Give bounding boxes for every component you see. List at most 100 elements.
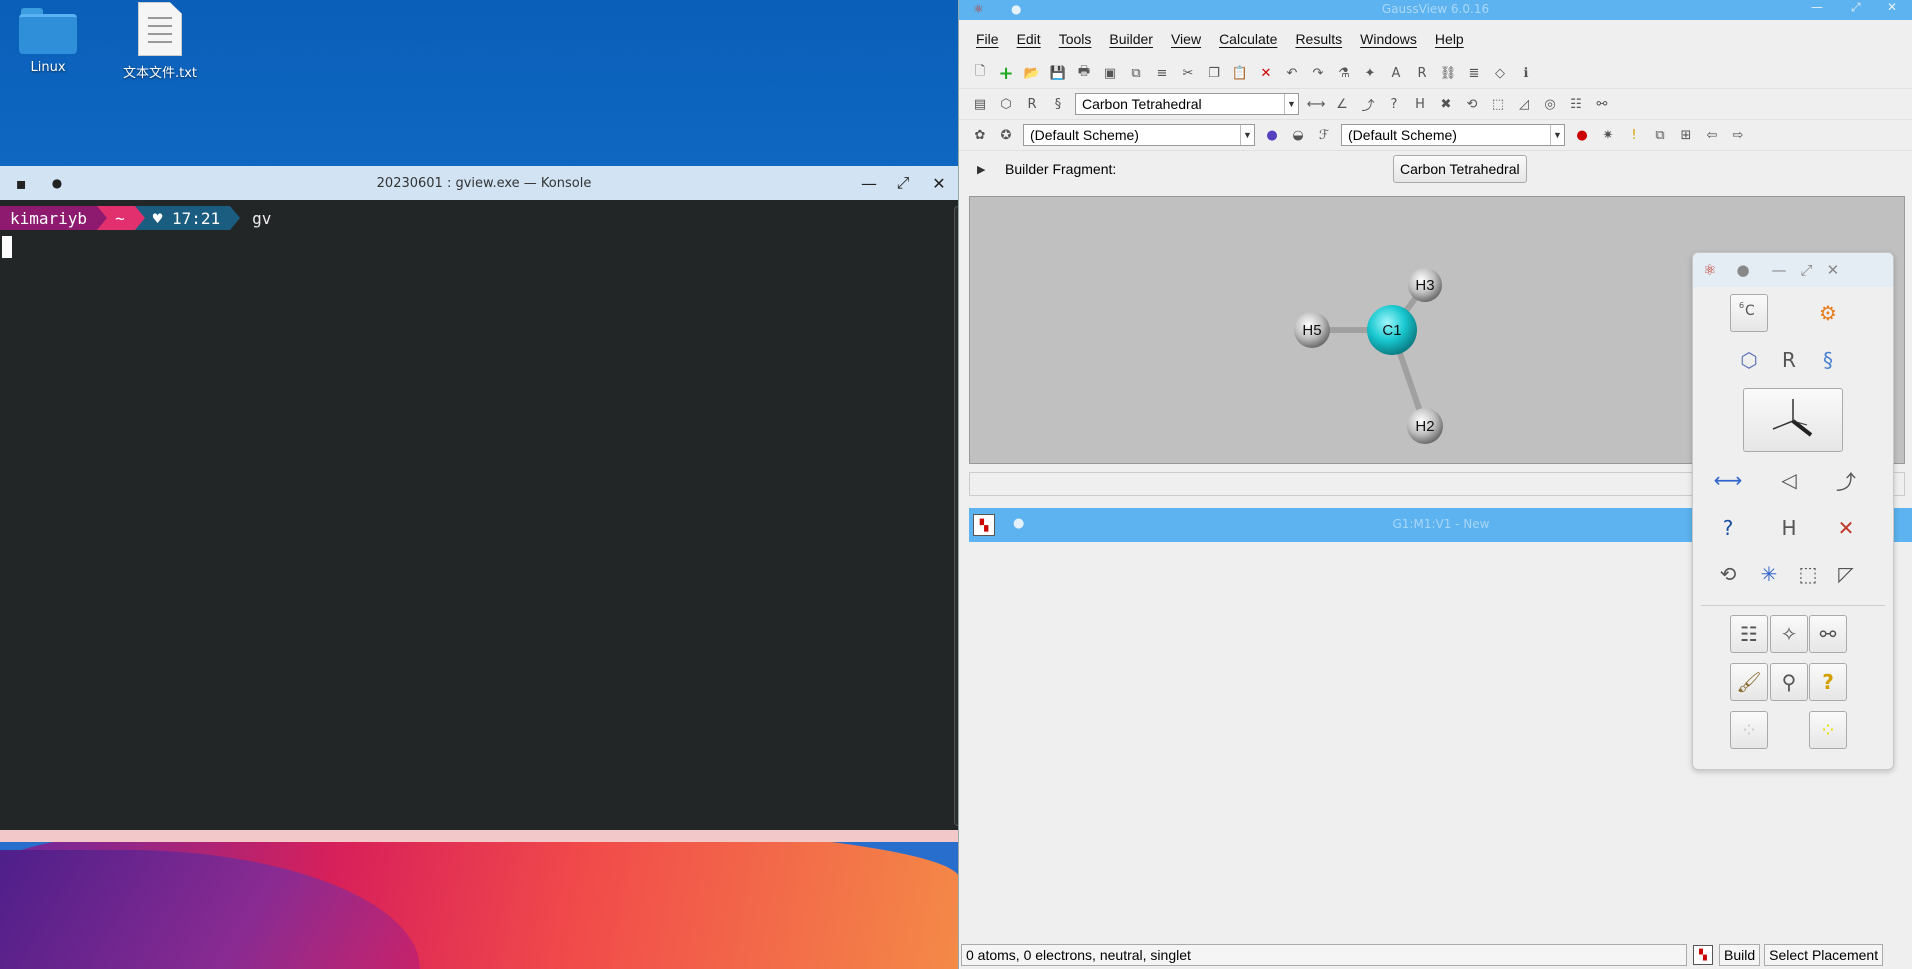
clean-icon[interactable]: ⚗ [1335,64,1353,82]
copy-image-icon[interactable]: ⧉ [1127,64,1145,82]
select-icon[interactable]: ⬚ [1489,95,1507,113]
desktop-icon-text-file[interactable]: 文本文件.txt [112,2,208,81]
menu-file[interactable]: File [967,31,1008,47]
connect-icon[interactable]: ⚯ [1593,95,1611,113]
delete-icon[interactable]: ✕ [1257,64,1275,82]
invert-icon[interactable]: ⟲ [1463,95,1481,113]
invert-icon[interactable]: ⟲ [1709,555,1747,593]
angle-icon[interactable]: ∠ [1333,95,1351,113]
forward-icon[interactable]: ⇨ [1729,126,1747,144]
atom-list-icon[interactable]: ☷ [1730,615,1768,653]
menu-builder[interactable]: Builder [1100,31,1162,47]
gaussview-titlebar[interactable]: ⚛ ● GaussView 6.0.16 — ⤢ ✕ [959,0,1912,20]
inquire-icon[interactable]: ? [1709,509,1747,547]
terminal-cursor[interactable] [2,236,12,258]
surface-icon[interactable]: ◒ [1289,126,1307,144]
close-button[interactable]: ✕ [928,172,950,194]
lasso-icon[interactable]: ◿ [1515,95,1533,113]
menu-edit[interactable]: Edit [1008,31,1050,47]
add-hydrogen-icon[interactable]: H [1411,95,1429,113]
menu-help[interactable]: Help [1426,31,1473,47]
save-image-icon[interactable]: ▣ [1101,64,1119,82]
scheme-select-right[interactable]: (Default Scheme) ▼ [1341,124,1565,146]
new-icon[interactable]: 🗋 [971,64,989,82]
select-all-dim-icon[interactable]: ⁘ [1730,711,1768,749]
symmetrize-icon[interactable]: ✳ [1750,555,1788,593]
sphere-icon[interactable]: ● [1263,126,1281,144]
inquire-icon[interactable]: ? [1385,95,1403,113]
info-icon[interactable]: ℹ [1517,64,1535,82]
rotate-icon[interactable]: R [1413,64,1431,82]
tetrahedral-carbon-preview[interactable] [1743,388,1843,452]
status-view-icon[interactable]: ▚ [1693,945,1713,965]
element-fragment-icon[interactable]: ▤ [971,95,989,113]
angle-icon[interactable]: ◁ [1770,461,1808,499]
builder-fragment-button[interactable]: Carbon Tetrahedral [1393,155,1527,183]
bond-icon[interactable]: ⟷ [1709,461,1747,499]
menu-windows[interactable]: Windows [1351,31,1426,47]
redo-icon[interactable]: ↷ [1309,64,1327,82]
add-icon[interactable]: + [997,63,1015,84]
color-scheme-icon[interactable]: ✪ [997,126,1015,144]
layers-icon[interactable]: ≣ [1465,64,1483,82]
back-icon[interactable]: ⇦ [1703,126,1721,144]
dihedral-icon[interactable]: ⤴ [1827,461,1865,499]
connection-icon[interactable]: ⚯ [1809,615,1847,653]
center-icon[interactable]: ✧ [1770,615,1808,653]
bond-icon[interactable]: ⟷ [1307,95,1326,113]
close-button[interactable]: ✕ [1887,0,1897,14]
scheme-select-left[interactable]: (Default Scheme) ▼ [1023,124,1255,146]
clean-brush-icon[interactable]: 🖌 [1730,663,1768,701]
menu-results[interactable]: Results [1286,31,1351,47]
open-icon[interactable]: 📂 [1023,64,1041,82]
pin-icon[interactable]: ● [1736,261,1749,279]
cut-icon[interactable]: ✂ [1179,64,1197,82]
custom-fragment-icon[interactable]: ⚙ [1809,294,1847,332]
lasso-icon[interactable]: ◸ [1827,555,1865,593]
list-icon[interactable]: ≡ [1153,64,1171,82]
font-style-icon[interactable]: ℱ [1315,126,1333,144]
konsole-titlebar[interactable]: ▪ ● 20230601 : gview.exe — Konsole — ⤢ ✕ [0,166,968,200]
link-icon[interactable]: ⛓ [1439,64,1457,82]
expand-chevron-icon[interactable]: ▶ [977,163,985,176]
minimize-button[interactable]: — [1811,0,1823,14]
paste-icon[interactable]: 📋 [1231,64,1249,82]
display-format-icon[interactable]: ✿ [971,126,989,144]
r-group-icon[interactable]: R [1770,341,1808,379]
cascade-icon[interactable]: ⧉ [1651,126,1669,144]
minimize-button[interactable]: — [1772,261,1787,279]
atom-list-icon[interactable]: ☷ [1567,95,1585,113]
maximize-button[interactable]: ⤢ [892,172,914,194]
text-label-icon[interactable]: A [1387,64,1405,82]
menu-tools[interactable]: Tools [1050,31,1101,47]
delete-atom-icon[interactable]: ✕ [1827,509,1865,547]
pin-icon[interactable]: ● [46,172,68,194]
palette-titlebar[interactable]: ⚛ ● — ⤢ ✕ [1693,253,1893,287]
menu-view[interactable]: View [1162,31,1210,47]
r-group-icon[interactable]: R [1023,95,1041,113]
biological-fragment-icon[interactable]: § [1049,95,1067,113]
tile-icon[interactable]: ⊞ [1677,126,1695,144]
fragment-select[interactable]: Carbon Tetrahedral ▼ [1075,93,1299,115]
terminal-app-icon[interactable]: ▪ [10,172,32,194]
element-fragment-button[interactable]: 6 C [1730,294,1768,332]
rebond-icon[interactable]: ⚲ [1770,663,1808,701]
maximize-button[interactable]: ⤢ [1851,0,1861,15]
menu-calculate[interactable]: Calculate [1210,31,1286,47]
help-icon[interactable]: ? [1809,663,1847,701]
maximize-button[interactable]: ⤢ [1801,261,1813,279]
shield-icon[interactable]: ◇ [1491,64,1509,82]
print-icon[interactable]: 🖶 [1075,64,1093,82]
view-icon[interactable]: ◎ [1541,95,1559,113]
ring-fragment-icon[interactable]: ⬡ [1730,341,1768,379]
copy-icon[interactable]: ❐ [1205,64,1223,82]
save-icon[interactable]: 💾 [1049,64,1067,82]
ring-fragment-icon[interactable]: ⬡ [997,95,1015,113]
minimize-button[interactable]: — [858,172,880,194]
undo-icon[interactable]: ↶ [1283,64,1301,82]
delete-atom-icon[interactable]: ✖ [1437,95,1455,113]
select-icon[interactable]: ⬚ [1789,555,1827,593]
close-button[interactable]: ✕ [1827,261,1840,279]
biological-fragment-icon[interactable]: § [1809,341,1847,379]
desktop-icon-linux[interactable]: Linux [0,2,96,75]
